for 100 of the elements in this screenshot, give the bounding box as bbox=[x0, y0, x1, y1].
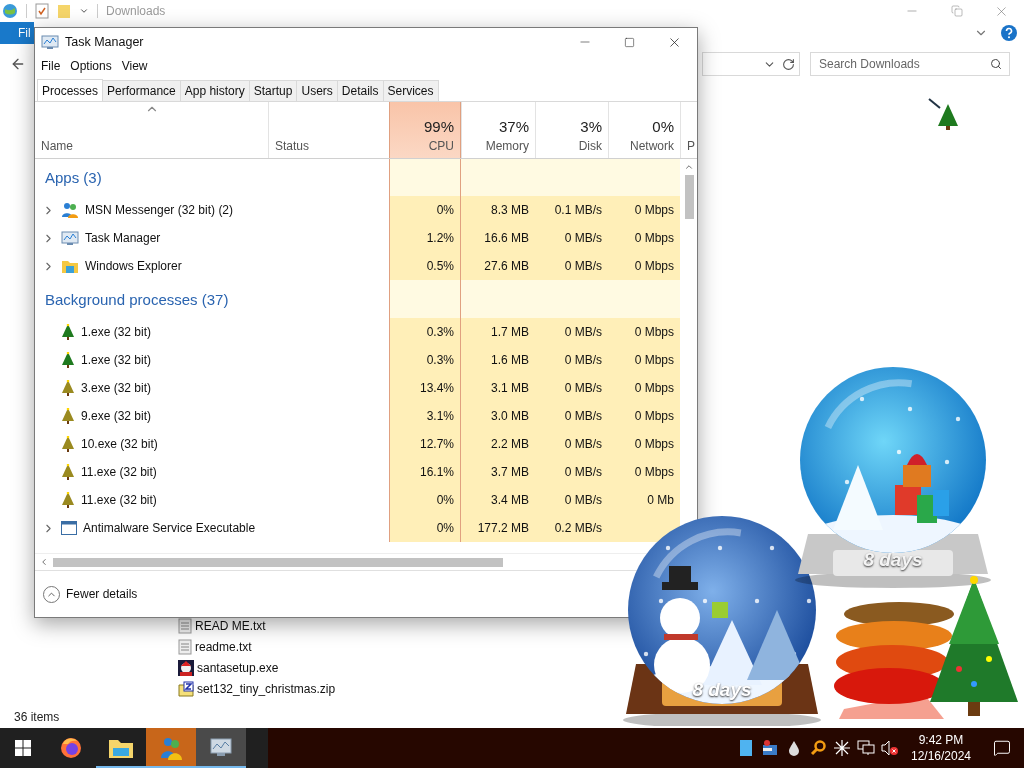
folder-icon bbox=[108, 737, 134, 759]
fewer-details-button[interactable]: Fewer details bbox=[66, 587, 138, 601]
clock[interactable]: 9:42 PM 12/16/2024 bbox=[902, 733, 980, 763]
table-cell: 0.2 MB/s bbox=[535, 514, 608, 542]
group-heading: Apps (3) bbox=[45, 169, 102, 186]
monitor-icon bbox=[61, 230, 79, 246]
table-cell: 12.7% bbox=[389, 430, 461, 458]
address-bar[interactable] bbox=[702, 52, 800, 76]
table-cell: 0% bbox=[389, 486, 461, 514]
table-cell: 0 MB/s bbox=[535, 402, 608, 430]
table-cell: 8.3 MB bbox=[461, 196, 535, 224]
dropdown-icon[interactable] bbox=[79, 6, 89, 16]
table-cell: 0 Mbps bbox=[608, 196, 680, 224]
countdown-label: 8 days bbox=[863, 549, 923, 571]
file-name[interactable]: READ ME.txt bbox=[195, 618, 266, 633]
menu-item[interactable]: Options bbox=[65, 59, 117, 73]
scrollbar-thumb[interactable] bbox=[684, 175, 694, 219]
process-name[interactable]: 11.exe (32 bit) bbox=[81, 465, 157, 479]
tree-icon bbox=[61, 492, 75, 508]
menu-item[interactable]: View bbox=[116, 59, 153, 73]
taskbar-button[interactable] bbox=[196, 728, 246, 768]
back-icon[interactable] bbox=[10, 56, 26, 72]
santa-icon bbox=[178, 659, 194, 676]
scroll-up-icon[interactable] bbox=[684, 162, 694, 172]
scrollbar-thumb[interactable] bbox=[53, 557, 503, 567]
tree-icon bbox=[61, 436, 75, 452]
ribbon-tab[interactable]: Fil bbox=[0, 22, 34, 44]
scroll-left-icon[interactable] bbox=[39, 557, 49, 567]
sparkle-icon[interactable] bbox=[833, 739, 851, 757]
tree-icon bbox=[61, 352, 75, 368]
file-name[interactable]: readme.txt bbox=[195, 639, 252, 654]
group-heading: Background processes (37) bbox=[45, 290, 229, 308]
column-header[interactable]: 3% Disk bbox=[535, 102, 608, 158]
tab[interactable]: Services bbox=[382, 80, 439, 101]
process-name[interactable]: 10.exe (32 bit) bbox=[81, 437, 158, 451]
search-field[interactable]: Search Downloads bbox=[810, 52, 1010, 76]
tray-icon[interactable] bbox=[761, 739, 779, 757]
table-cell: 0 Mbps bbox=[608, 346, 680, 374]
message-icon bbox=[993, 739, 1011, 757]
table-cell: 0 MB/s bbox=[535, 458, 608, 486]
tab[interactable]: Performance bbox=[102, 80, 181, 101]
tab[interactable]: Processes bbox=[37, 79, 104, 101]
globe-icon[interactable] bbox=[2, 3, 18, 19]
table-cell: 0 MB/s bbox=[535, 430, 608, 458]
table-cell: 0% bbox=[389, 196, 461, 224]
tab[interactable]: Startup bbox=[248, 80, 298, 101]
network-icon[interactable] bbox=[857, 740, 875, 756]
tab[interactable]: App history bbox=[179, 80, 250, 101]
table-cell: 3.1 MB bbox=[461, 374, 535, 402]
drop-icon[interactable] bbox=[788, 740, 800, 756]
table-cell: 1.7 MB bbox=[461, 318, 535, 346]
table-cell: 0 Mbps bbox=[608, 252, 680, 280]
search-icon bbox=[990, 58, 1002, 70]
magnifier-icon[interactable] bbox=[810, 740, 826, 756]
table-cell: 1.6 MB bbox=[461, 346, 535, 374]
table-cell bbox=[608, 159, 680, 196]
tree-icon bbox=[61, 324, 75, 340]
monitor-icon bbox=[41, 34, 59, 50]
table-cell: 0 MB/s bbox=[535, 318, 608, 346]
process-name[interactable]: 1.exe (32 bit) bbox=[81, 353, 152, 367]
process-name[interactable]: Antimalware Service Executable bbox=[83, 521, 256, 535]
tab[interactable]: Users bbox=[296, 80, 338, 101]
process-name[interactable]: 11.exe (32 bit) bbox=[81, 493, 157, 507]
tree-icon bbox=[61, 380, 75, 396]
table-cell: 3.4 MB bbox=[461, 486, 535, 514]
column-header[interactable]: P bbox=[680, 102, 701, 158]
process-name[interactable]: 3.exe (32 bit) bbox=[81, 381, 152, 395]
table-cell: 2.2 MB bbox=[461, 430, 535, 458]
process-name[interactable]: 1.exe (32 bit) bbox=[81, 325, 152, 339]
countdown-label: 8 days bbox=[692, 679, 752, 701]
table-cell: 0 MB/s bbox=[535, 486, 608, 514]
tab[interactable]: Details bbox=[336, 80, 384, 101]
item-count: 36 items bbox=[14, 709, 60, 724]
process-name[interactable]: 9.exe (32 bit) bbox=[81, 409, 152, 423]
tree-icon bbox=[61, 408, 75, 424]
process-name[interactable]: Windows Explorer bbox=[85, 259, 182, 273]
table-cell: 0 Mbps bbox=[608, 318, 680, 346]
table-cell: 16.1% bbox=[389, 458, 461, 486]
column-header[interactable]: Name bbox=[35, 102, 268, 158]
table-cell: 0.3% bbox=[389, 346, 461, 374]
file-name[interactable]: set132_tiny_christmas.zip bbox=[197, 681, 336, 696]
table-cell: 0 Mbps bbox=[608, 458, 680, 486]
column-header[interactable]: 99% CPU bbox=[389, 102, 461, 158]
process-name[interactable]: MSN Messenger (32 bit) (2) bbox=[85, 203, 234, 217]
menu-item[interactable]: File bbox=[36, 59, 66, 73]
file-name[interactable]: santasetup.exe bbox=[197, 660, 279, 675]
table-cell: 0 Mb bbox=[608, 486, 680, 514]
table-cell: 3.1% bbox=[389, 402, 461, 430]
muted-speaker-icon[interactable] bbox=[881, 740, 899, 756]
process-name[interactable]: Task Manager bbox=[85, 231, 161, 245]
table-cell: 0 Mbps bbox=[608, 374, 680, 402]
table-cell: 0% bbox=[389, 514, 461, 542]
table-cell: 0 MB/s bbox=[535, 346, 608, 374]
table-cell: 3.7 MB bbox=[461, 458, 535, 486]
column-header[interactable]: 37% Memory bbox=[461, 102, 535, 158]
people-icon bbox=[61, 202, 79, 218]
window-title: Task Manager bbox=[65, 35, 144, 49]
column-header[interactable]: 0% Network bbox=[608, 102, 680, 158]
zip-archive-icon bbox=[178, 680, 194, 697]
properties-icon[interactable] bbox=[35, 3, 49, 19]
